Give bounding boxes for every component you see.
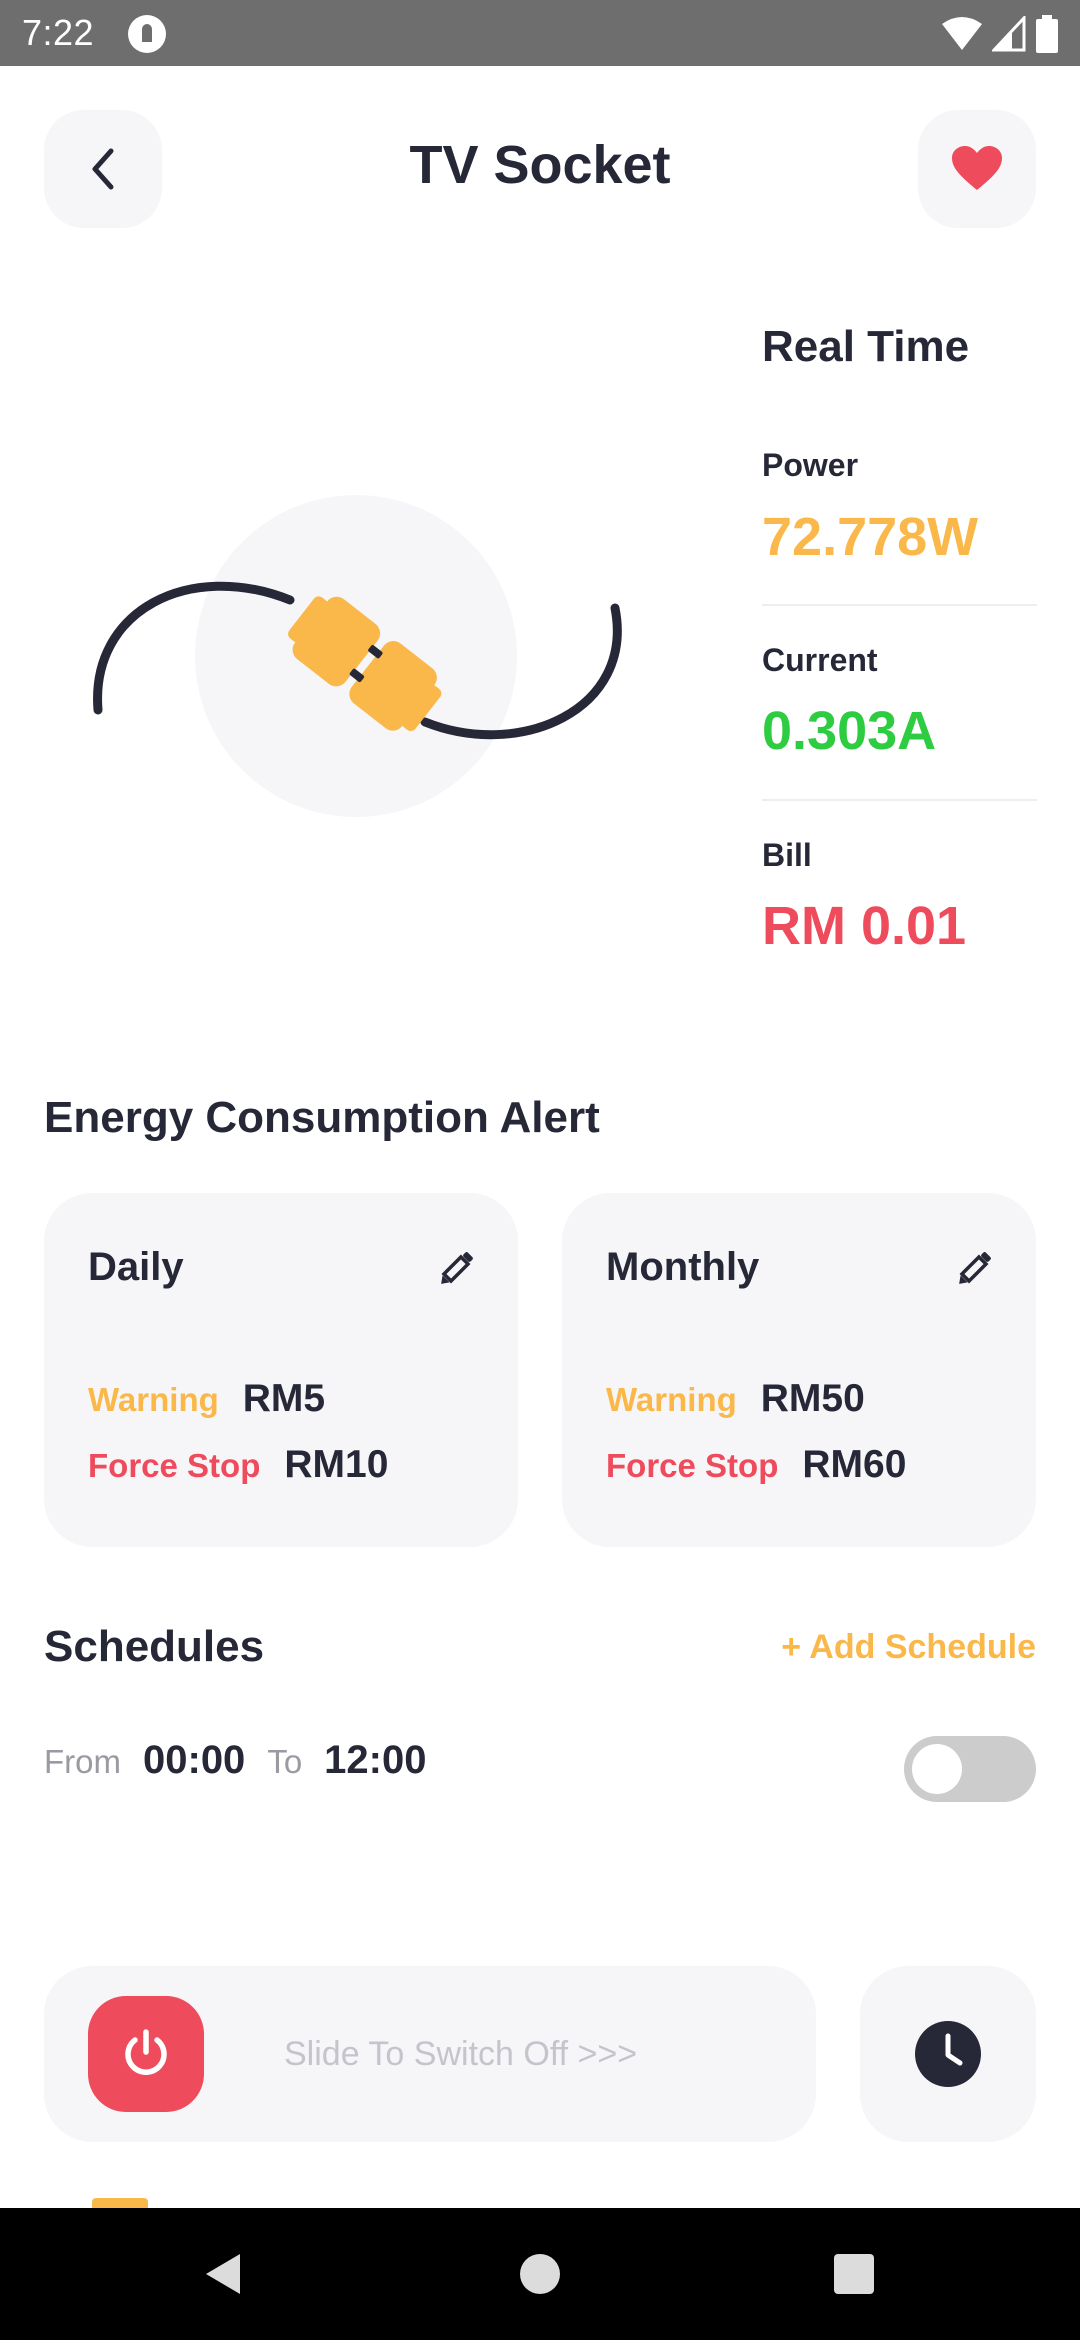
warning-label: Warning bbox=[88, 1381, 219, 1418]
schedule-toggle[interactable] bbox=[904, 1736, 1036, 1802]
nav-back-icon[interactable] bbox=[202, 2250, 250, 2298]
schedule-item: From 00:00 To 12:00 bbox=[44, 1738, 426, 1783]
to-time: 12:00 bbox=[324, 1738, 427, 1782]
force-stop-value: RM10 bbox=[284, 1443, 389, 1486]
status-icons bbox=[942, 14, 1058, 54]
notification-app-icon bbox=[128, 15, 166, 53]
power-value: 72.778W bbox=[762, 507, 979, 567]
favorite-button[interactable] bbox=[918, 110, 1036, 228]
schedules-title: Schedules bbox=[44, 1622, 265, 1671]
power-icon bbox=[125, 2029, 167, 2075]
current-label: Current bbox=[762, 642, 878, 678]
warning-row: Warning RM5 bbox=[88, 1377, 325, 1421]
power-label: Power bbox=[762, 447, 859, 483]
force-stop-row: Force Stop RM10 bbox=[88, 1443, 388, 1487]
nav-recents-icon[interactable] bbox=[830, 2250, 878, 2298]
slide-instruction: Slide To Switch Off >>> bbox=[284, 2034, 638, 2073]
force-stop-value: RM60 bbox=[802, 1443, 907, 1486]
status-bar: 7:22 bbox=[0, 0, 1080, 66]
realtime-divider bbox=[762, 799, 1037, 801]
warning-row: Warning RM50 bbox=[606, 1377, 865, 1421]
plug-illustration bbox=[80, 470, 640, 850]
heart-icon bbox=[952, 146, 1002, 190]
battery-icon bbox=[1036, 15, 1058, 53]
warning-value: RM5 bbox=[242, 1377, 326, 1420]
warning-label: Warning bbox=[606, 1381, 737, 1418]
card-title: Daily bbox=[88, 1245, 184, 1289]
bill-value: RM 0.01 bbox=[762, 896, 967, 956]
from-label: From bbox=[44, 1743, 121, 1780]
signal-icon bbox=[992, 16, 1026, 52]
daily-alert-card[interactable]: Daily Warning RM5 Force Stop RM10 bbox=[44, 1193, 518, 1547]
toggle-knob bbox=[912, 1744, 962, 1794]
force-stop-label: Force Stop bbox=[606, 1447, 779, 1484]
energy-alert-title: Energy Consumption Alert bbox=[44, 1093, 600, 1142]
partially-visible-element bbox=[92, 2198, 148, 2208]
monthly-alert-card[interactable]: Monthly Warning RM50 Force Stop RM60 bbox=[562, 1193, 1036, 1547]
plug-icon bbox=[93, 581, 622, 740]
current-value: 0.303A bbox=[762, 701, 937, 761]
schedule-timer-button[interactable] bbox=[860, 1966, 1036, 2142]
add-schedule-button[interactable]: + Add Schedule bbox=[781, 1628, 1036, 1667]
wifi-icon bbox=[942, 17, 982, 50]
slide-switch[interactable]: Slide To Switch Off >>> bbox=[44, 1966, 816, 2142]
status-time: 7:22 bbox=[22, 12, 95, 53]
pencil-icon[interactable] bbox=[952, 1247, 996, 1291]
card-title: Monthly bbox=[606, 1245, 760, 1289]
pencil-icon[interactable] bbox=[434, 1247, 478, 1291]
warning-value: RM50 bbox=[760, 1377, 865, 1420]
force-stop-row: Force Stop RM60 bbox=[606, 1443, 906, 1487]
from-time: 00:00 bbox=[143, 1738, 246, 1782]
power-button[interactable] bbox=[88, 1996, 204, 2112]
force-stop-label: Force Stop bbox=[88, 1447, 261, 1484]
clock-icon bbox=[915, 2021, 981, 2087]
bill-label: Bill bbox=[762, 837, 812, 873]
to-label: To bbox=[267, 1743, 303, 1780]
nav-home-icon[interactable] bbox=[516, 2250, 564, 2298]
realtime-title: Real Time bbox=[762, 322, 970, 371]
realtime-divider bbox=[762, 604, 1037, 606]
